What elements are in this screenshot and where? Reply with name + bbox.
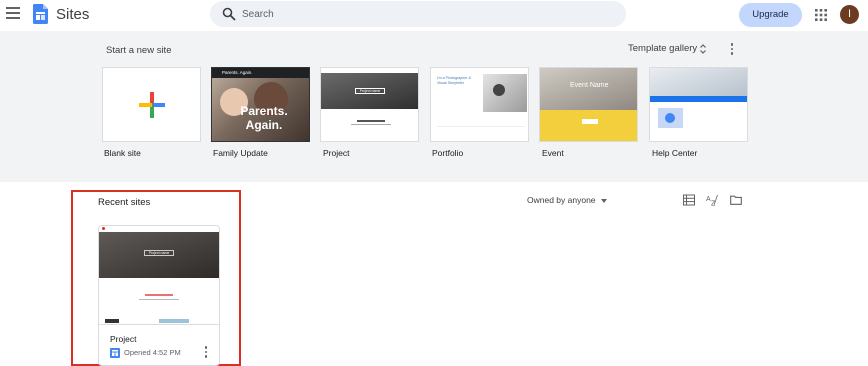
account-avatar[interactable]: I [840,5,859,24]
search-bar[interactable] [210,1,626,27]
google-apps-icon[interactable] [815,9,827,21]
template-portfolio[interactable]: I'm a Photographer & Visual Storyteller [430,67,529,142]
template-label[interactable]: Blank site [104,148,141,158]
template-label[interactable]: Project [323,148,349,158]
template-gallery-button[interactable]: Template gallery [628,43,697,54]
owner-filter-label: Owned by anyone [527,195,596,205]
template-label[interactable]: Family Update [213,148,268,158]
thumb-hero: Project name [321,73,418,109]
thumb-title: Parents. Again. [240,104,288,132]
list-view-icon[interactable] [683,194,695,206]
owner-filter-dropdown[interactable]: Owned by anyone [527,195,607,205]
template-label[interactable]: Help Center [652,148,697,158]
app-header: Sites Upgrade I [0,0,868,31]
thumb-hero [650,68,747,96]
thumb-title: Event Name [570,82,609,89]
thumb-image [159,319,189,323]
unfold-icon[interactable] [699,43,707,55]
thumb-header-text: Parents. Again. [222,70,253,75]
thumb-image [105,319,119,323]
template-help-center[interactable] [649,67,748,142]
plus-icon [139,92,165,118]
start-new-site-section: Start a new site Template gallery Blank … [0,31,868,182]
thumb-hero: Event Name [540,68,637,110]
recent-sites-title: Recent sites [98,197,151,208]
template-family-update[interactable]: Parents. Again. Parents. Again. [211,67,310,142]
thumb-text-line [139,299,179,300]
thumb-text-line [351,124,391,125]
thumb-dot [665,113,675,123]
thumb-blue-bar [650,96,747,102]
thumb-card [658,108,683,128]
dropdown-caret-icon [600,198,607,203]
thumb-header-bar: Parents. Again. [212,68,309,78]
thumb-button [582,119,598,124]
site-name: Project [110,334,137,344]
more-vert-icon[interactable] [204,346,208,358]
app-title: Sites [56,6,90,23]
template-event[interactable]: Event Name [539,67,638,142]
search-icon[interactable] [222,7,236,21]
thumb-logo-dot [102,227,105,230]
thumb-title: I'm a Photographer & Visual Storyteller [437,76,471,85]
person-figure [493,84,505,96]
sites-file-icon [110,348,120,358]
recent-site-card[interactable]: Project name Project Opened 4:52 PM [98,225,220,366]
sort-az-icon[interactable]: A Z [706,194,719,206]
more-vert-icon[interactable] [730,43,734,56]
thumb-section [437,126,525,140]
upgrade-button[interactable]: Upgrade [739,3,802,27]
main-menu-icon[interactable] [6,7,20,21]
folder-icon[interactable] [730,194,742,206]
template-blank-site[interactable] [102,67,201,142]
thumb-title: Project name [355,88,385,94]
section-title: Start a new site [106,45,172,56]
template-label[interactable]: Portfolio [432,148,463,158]
card-divider [99,324,219,325]
site-opened-time: Opened 4:52 PM [124,348,181,357]
thumb-text-line [145,294,173,296]
thumb-yellow-band [540,110,637,141]
search-input[interactable] [242,5,612,23]
thumb-text-line [357,120,385,122]
template-label[interactable]: Event [542,148,564,158]
sites-logo-icon [33,4,48,24]
thumb-hero: Project name [99,232,219,278]
template-project[interactable]: Project name [320,67,419,142]
thumb-title: Project name [144,250,174,256]
thumb-photo [483,74,527,112]
